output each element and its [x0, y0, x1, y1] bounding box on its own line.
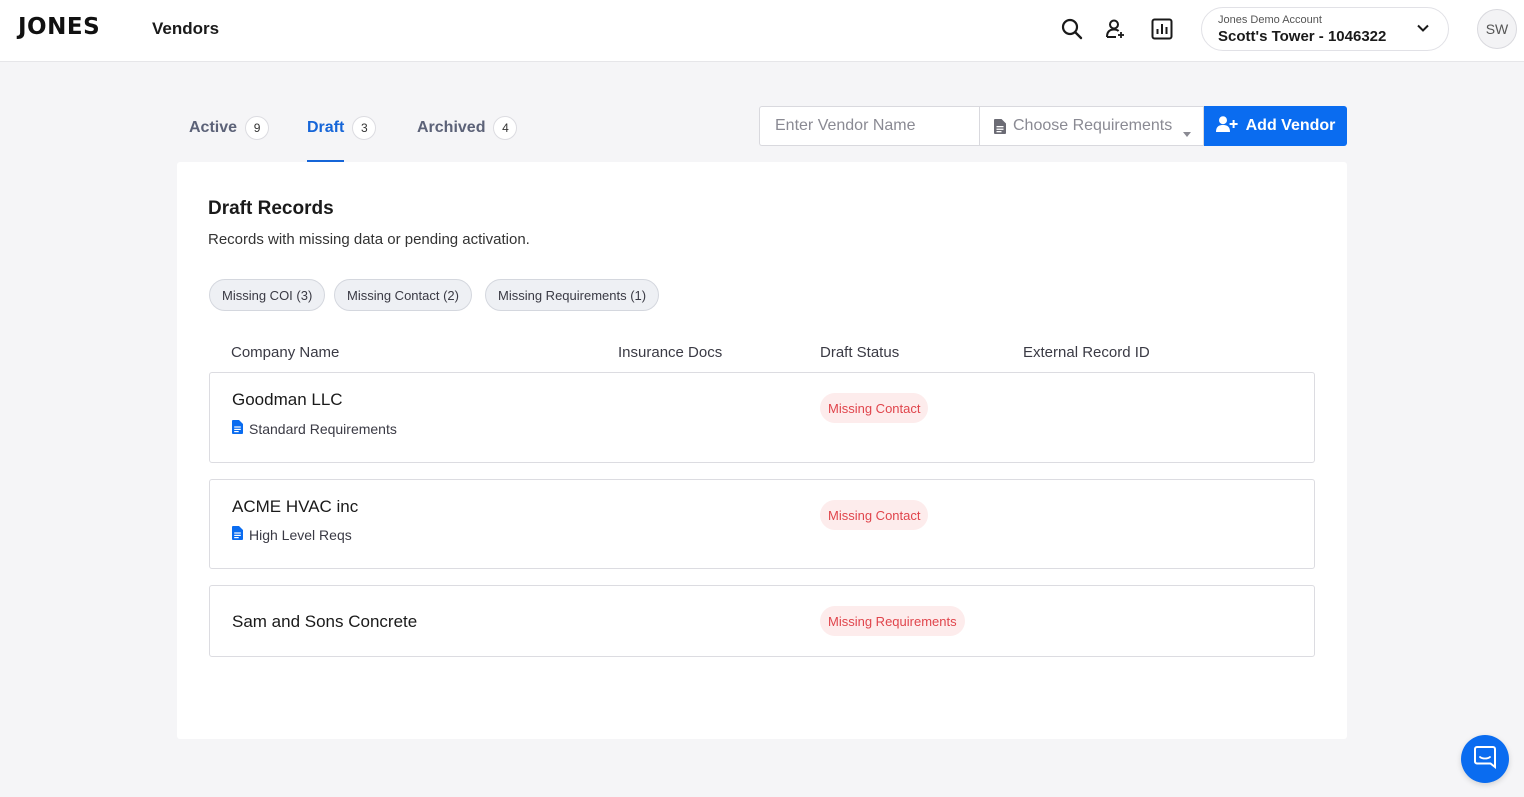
filter-chip-missing-requirements[interactable]: Missing Requirements (1) [485, 279, 660, 311]
table-row[interactable]: Goodman LLC Standard Requirements Missin… [209, 372, 1315, 463]
requirements-label: Standard Requirements [249, 420, 397, 437]
tab-label: Archived [417, 119, 486, 136]
user-add-icon[interactable] [1103, 17, 1127, 41]
column-header-insurance-docs: Insurance Docs [618, 344, 723, 361]
requirements-link[interactable]: High Level Reqs [232, 526, 352, 543]
account-switcher[interactable]: Jones Demo Account Scott's Tower - 10463… [1201, 7, 1449, 51]
tab-count: 4 [493, 116, 518, 140]
draft-records-card: Draft Records Records with missing data … [177, 162, 1347, 739]
column-header-draft-status: Draft Status [820, 344, 900, 361]
table-row[interactable]: Sam and Sons Concrete Missing Requiremen… [209, 585, 1315, 657]
tab-label: Draft [307, 119, 345, 136]
tab-count: 9 [245, 116, 270, 140]
chevron-down-icon [1416, 21, 1430, 40]
tab-draft[interactable]: Draft 3 [307, 116, 377, 162]
chat-icon [1473, 745, 1497, 774]
status-badge: Missing Requirements [820, 606, 965, 636]
top-bar: JONES Vendors Jones Demo Account Scott's… [0, 0, 1524, 62]
tab-archived[interactable]: Archived 4 [417, 116, 518, 162]
document-icon [994, 119, 1006, 139]
company-name: ACME HVAC inc [232, 497, 359, 516]
account-name: Scott's Tower - 1046322 [1218, 28, 1387, 45]
chat-launcher-button[interactable] [1461, 735, 1509, 783]
tab-active[interactable]: Active 9 [189, 116, 270, 162]
company-name: Sam and Sons Concrete [232, 612, 418, 631]
column-header-external-id: External Record ID [1023, 344, 1150, 361]
tab-label: Active [189, 119, 238, 136]
status-badge: Missing Contact [820, 393, 929, 423]
document-icon [232, 526, 243, 543]
document-icon [232, 420, 243, 437]
reports-icon[interactable] [1150, 17, 1174, 41]
card-subtitle: Records with missing data or pending act… [208, 231, 530, 248]
add-vendor-button[interactable]: Add Vendor [1204, 106, 1347, 146]
logo[interactable]: JONES [18, 14, 100, 40]
requirements-select[interactable]: Choose Requirements [979, 106, 1204, 146]
user-plus-icon [1215, 115, 1238, 137]
requirements-placeholder: Choose Requirements [1013, 117, 1173, 134]
add-vendor-label: Add Vendor [1245, 117, 1336, 134]
account-label: Jones Demo Account [1218, 14, 1322, 26]
requirements-label: High Level Reqs [249, 526, 352, 543]
column-header-company: Company Name [231, 344, 340, 361]
table-row[interactable]: ACME HVAC inc High Level Reqs Missing Co… [209, 479, 1315, 569]
filter-chip-missing-coi[interactable]: Missing COI (3) [209, 279, 326, 311]
search-icon[interactable] [1060, 17, 1084, 41]
company-name: Goodman LLC [232, 390, 343, 409]
page-title[interactable]: Vendors [152, 19, 219, 39]
status-badge: Missing Contact [820, 500, 929, 530]
avatar[interactable]: SW [1477, 9, 1517, 49]
requirements-link[interactable]: Standard Requirements [232, 420, 397, 437]
card-title: Draft Records [208, 198, 334, 219]
tab-count: 3 [352, 116, 377, 140]
vendor-name-input[interactable] [759, 106, 979, 146]
filter-chip-missing-contact[interactable]: Missing Contact (2) [334, 279, 472, 311]
caret-down-icon [1183, 124, 1191, 142]
